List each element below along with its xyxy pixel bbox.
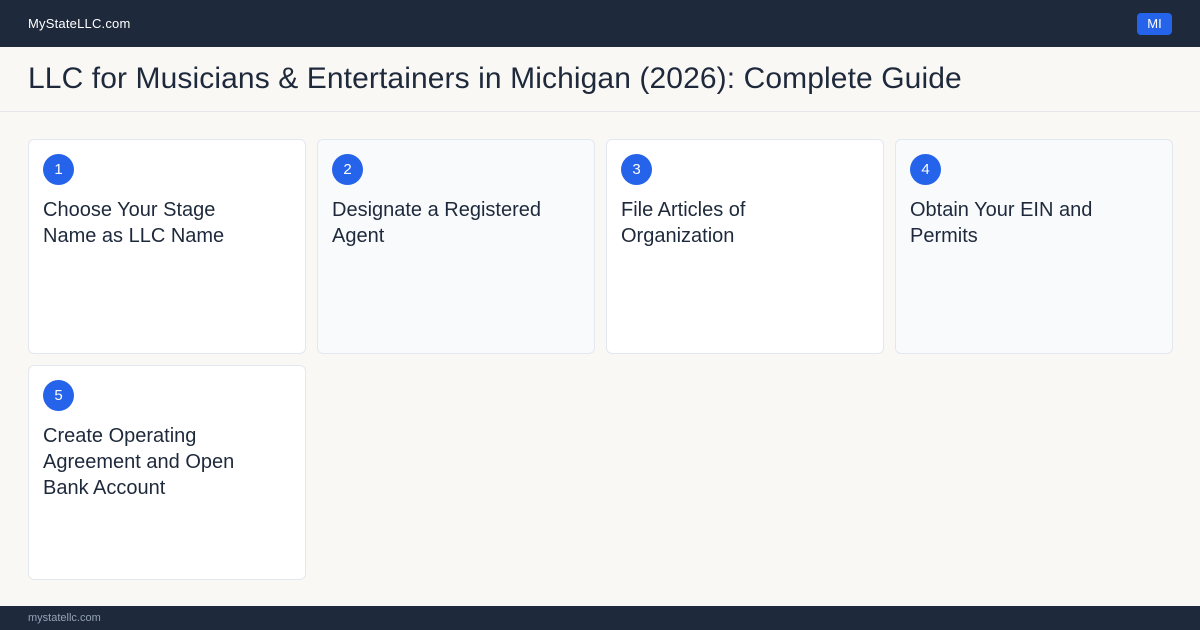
step-title: Designate a Registered Agent — [332, 199, 542, 247]
steps-grid: 1 Choose Your Stage Name as LLC Name 2 D… — [28, 139, 1173, 580]
step-card-2[interactable]: 2 Designate a Registered Agent — [317, 139, 595, 354]
top-bar: MyStateLLC.com MI — [0, 0, 1200, 47]
step-number-badge: 1 — [43, 154, 74, 185]
step-number-badge: 3 — [621, 154, 652, 185]
step-card-3[interactable]: 3 File Articles of Organization — [606, 139, 884, 354]
title-band: LLC for Musicians & Entertainers in Mich… — [0, 47, 1200, 112]
step-title: Obtain Your EIN and Permits — [910, 199, 1093, 247]
step-number-badge: 5 — [43, 380, 74, 411]
step-title: Choose Your Stage Name as LLC Name — [43, 199, 225, 247]
footer-bar: mystatellc.com — [0, 606, 1200, 630]
footer-url[interactable]: mystatellc.com — [28, 612, 101, 624]
site-name-link[interactable]: MyStateLLC.com — [28, 16, 131, 31]
step-card-4[interactable]: 4 Obtain Your EIN and Permits — [895, 139, 1173, 354]
step-card-1[interactable]: 1 Choose Your Stage Name as LLC Name — [28, 139, 306, 354]
step-title: File Articles of Organization — [621, 199, 746, 247]
step-number-badge: 4 — [910, 154, 941, 185]
step-title: Create Operating Agreement and Open Bank… — [43, 425, 235, 499]
step-number-badge: 2 — [332, 154, 363, 185]
state-badge: MI — [1137, 12, 1172, 35]
page-title: LLC for Musicians & Entertainers in Mich… — [28, 62, 962, 95]
step-card-5[interactable]: 5 Create Operating Agreement and Open Ba… — [28, 365, 306, 580]
